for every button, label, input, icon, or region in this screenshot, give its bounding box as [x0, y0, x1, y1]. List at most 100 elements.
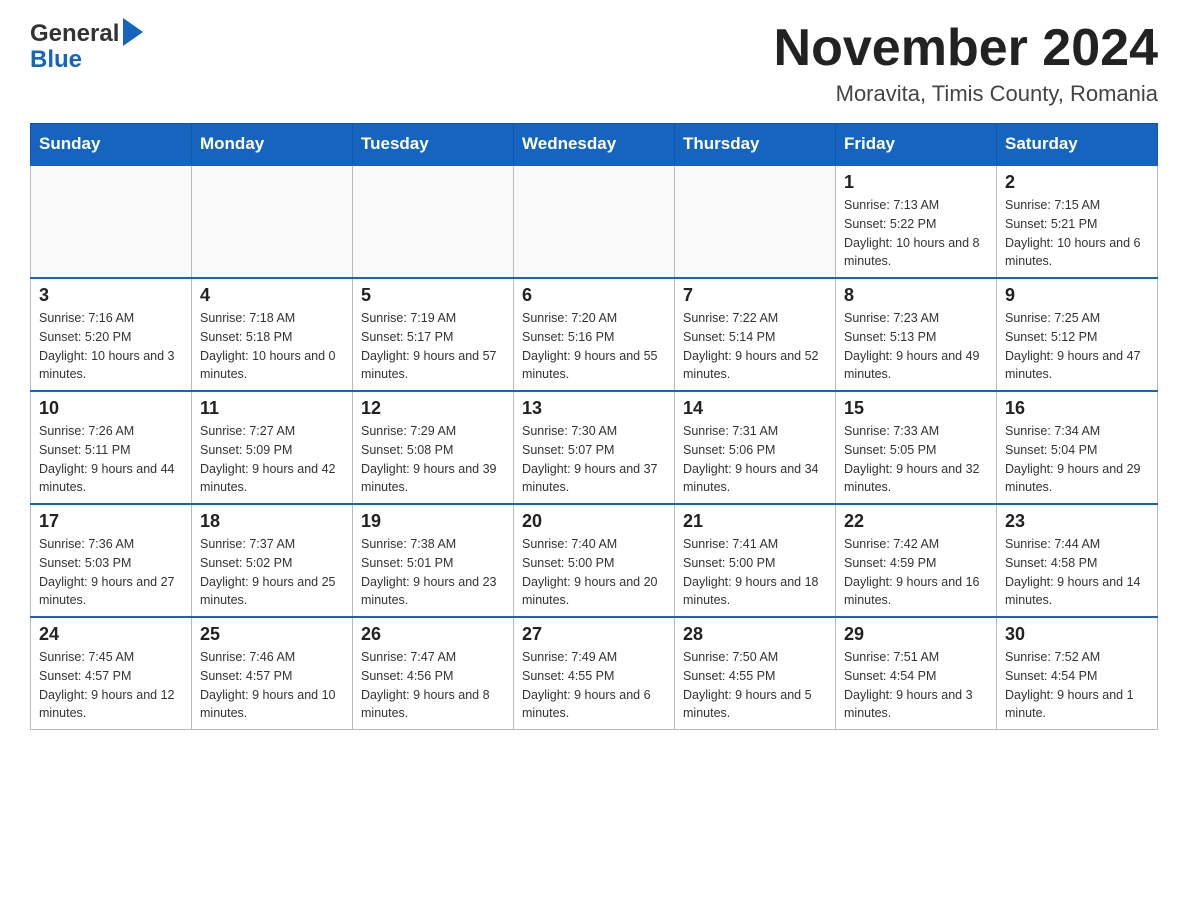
- calendar-cell: 9 Sunrise: 7:25 AM Sunset: 5:12 PM Daylig…: [997, 278, 1158, 391]
- day-info: Sunrise: 7:26 AM Sunset: 5:11 PM Dayligh…: [39, 422, 183, 497]
- day-info: Sunrise: 7:41 AM Sunset: 5:00 PM Dayligh…: [683, 535, 827, 610]
- day-number: 27: [522, 624, 666, 645]
- day-info: Sunrise: 7:25 AM Sunset: 5:12 PM Dayligh…: [1005, 309, 1149, 384]
- day-info: Sunrise: 7:47 AM Sunset: 4:56 PM Dayligh…: [361, 648, 505, 723]
- calendar-cell: 11Sunrise: 7:27 AM Sunset: 5:09 PM Dayli…: [192, 391, 353, 504]
- calendar-cell: 27 Sunrise: 7:49 AM Sunset: 4:55 PM Dayli…: [514, 617, 675, 730]
- col-header-monday: Monday: [192, 124, 353, 166]
- day-info: Sunrise: 7:31 AM Sunset: 5:06 PM Dayligh…: [683, 422, 827, 497]
- day-info: Sunrise: 7:40 AM Sunset: 5:00 PM Dayligh…: [522, 535, 666, 610]
- week-row-3: 10 Sunrise: 7:26 AM Sunset: 5:11 PM Dayli…: [31, 391, 1158, 504]
- day-number: 4: [200, 285, 344, 306]
- day-info: Sunrise: 7:51 AM Sunset: 4:54 PM Dayligh…: [844, 648, 988, 723]
- calendar-cell: 28 Sunrise: 7:50 AM Sunset: 4:55 PM Dayli…: [675, 617, 836, 730]
- calendar-cell: 1Sunrise: 7:13 AM Sunset: 5:22 PM Daylig…: [836, 165, 997, 278]
- day-number: 18: [200, 511, 344, 532]
- day-number: 21: [683, 511, 827, 532]
- day-info: Sunrise: 7:45 AM Sunset: 4:57 PM Dayligh…: [39, 648, 183, 723]
- day-number: 28: [683, 624, 827, 645]
- day-info: Sunrise: 7:49 AM Sunset: 4:55 PM Dayligh…: [522, 648, 666, 723]
- day-info: Sunrise: 7:27 AM Sunset: 5:09 PM Dayligh…: [200, 422, 344, 497]
- month-title: November 2024: [774, 20, 1158, 77]
- day-info: Sunrise: 7:44 AM Sunset: 4:58 PM Dayligh…: [1005, 535, 1149, 610]
- day-info: Sunrise: 7:16 AM Sunset: 5:20 PM Dayligh…: [39, 309, 183, 384]
- calendar-cell: 16 Sunrise: 7:34 AM Sunset: 5:04 PM Dayli…: [997, 391, 1158, 504]
- week-row-1: 1Sunrise: 7:13 AM Sunset: 5:22 PM Daylig…: [31, 165, 1158, 278]
- calendar-cell: 30Sunrise: 7:52 AM Sunset: 4:54 PM Dayli…: [997, 617, 1158, 730]
- calendar-cell: 14 Sunrise: 7:31 AM Sunset: 5:06 PM Dayli…: [675, 391, 836, 504]
- day-number: 25: [200, 624, 344, 645]
- day-info: Sunrise: 7:38 AM Sunset: 5:01 PM Dayligh…: [361, 535, 505, 610]
- calendar-cell: 13 Sunrise: 7:30 AM Sunset: 5:07 PM Dayli…: [514, 391, 675, 504]
- day-info: Sunrise: 7:23 AM Sunset: 5:13 PM Dayligh…: [844, 309, 988, 384]
- day-number: 13: [522, 398, 666, 419]
- day-info: Sunrise: 7:30 AM Sunset: 5:07 PM Dayligh…: [522, 422, 666, 497]
- day-number: 26: [361, 624, 505, 645]
- day-number: 1: [844, 172, 988, 193]
- day-number: 2: [1005, 172, 1149, 193]
- page-header: General Blue November 2024 Moravita, Tim…: [30, 20, 1158, 107]
- calendar-cell: 17 Sunrise: 7:36 AM Sunset: 5:03 PM Dayli…: [31, 504, 192, 617]
- day-number: 7: [683, 285, 827, 306]
- calendar-cell: 2Sunrise: 7:15 AM Sunset: 5:21 PM Daylig…: [997, 165, 1158, 278]
- day-info: Sunrise: 7:46 AM Sunset: 4:57 PM Dayligh…: [200, 648, 344, 723]
- day-number: 10: [39, 398, 183, 419]
- week-row-2: 3 Sunrise: 7:16 AM Sunset: 5:20 PM Daylig…: [31, 278, 1158, 391]
- logo: General Blue: [30, 20, 143, 74]
- col-header-tuesday: Tuesday: [353, 124, 514, 166]
- calendar-cell: 5 Sunrise: 7:19 AM Sunset: 5:17 PM Daylig…: [353, 278, 514, 391]
- calendar-cell: 8 Sunrise: 7:23 AM Sunset: 5:13 PM Daylig…: [836, 278, 997, 391]
- day-info: Sunrise: 7:36 AM Sunset: 5:03 PM Dayligh…: [39, 535, 183, 610]
- day-info: Sunrise: 7:20 AM Sunset: 5:16 PM Dayligh…: [522, 309, 666, 384]
- calendar-cell: [31, 165, 192, 278]
- calendar-cell: 24 Sunrise: 7:45 AM Sunset: 4:57 PM Dayli…: [31, 617, 192, 730]
- day-info: Sunrise: 7:19 AM Sunset: 5:17 PM Dayligh…: [361, 309, 505, 384]
- day-number: 14: [683, 398, 827, 419]
- calendar-cell: 21 Sunrise: 7:41 AM Sunset: 5:00 PM Dayli…: [675, 504, 836, 617]
- calendar-cell: 4 Sunrise: 7:18 AM Sunset: 5:18 PM Daylig…: [192, 278, 353, 391]
- week-row-5: 24 Sunrise: 7:45 AM Sunset: 4:57 PM Dayli…: [31, 617, 1158, 730]
- location-subtitle: Moravita, Timis County, Romania: [774, 81, 1158, 107]
- calendar-cell: [514, 165, 675, 278]
- day-number: 29: [844, 624, 988, 645]
- calendar-cell: 20 Sunrise: 7:40 AM Sunset: 5:00 PM Dayli…: [514, 504, 675, 617]
- day-info: Sunrise: 7:33 AM Sunset: 5:05 PM Dayligh…: [844, 422, 988, 497]
- week-row-4: 17 Sunrise: 7:36 AM Sunset: 5:03 PM Dayli…: [31, 504, 1158, 617]
- day-number: 6: [522, 285, 666, 306]
- calendar-cell: 12 Sunrise: 7:29 AM Sunset: 5:08 PM Dayli…: [353, 391, 514, 504]
- day-number: 3: [39, 285, 183, 306]
- day-number: 9: [1005, 285, 1149, 306]
- day-number: 8: [844, 285, 988, 306]
- day-number: 23: [1005, 511, 1149, 532]
- calendar-cell: 3 Sunrise: 7:16 AM Sunset: 5:20 PM Daylig…: [31, 278, 192, 391]
- day-number: 16: [1005, 398, 1149, 419]
- day-number: 12: [361, 398, 505, 419]
- day-number: 20: [522, 511, 666, 532]
- logo-text-general: General: [30, 20, 119, 48]
- calendar-cell: 10 Sunrise: 7:26 AM Sunset: 5:11 PM Dayli…: [31, 391, 192, 504]
- calendar-cell: 23 Sunrise: 7:44 AM Sunset: 4:58 PM Dayli…: [997, 504, 1158, 617]
- col-header-friday: Friday: [836, 124, 997, 166]
- calendar-cell: 29 Sunrise: 7:51 AM Sunset: 4:54 PM Dayli…: [836, 617, 997, 730]
- day-number: 17: [39, 511, 183, 532]
- title-section: November 2024 Moravita, Timis County, Ro…: [774, 20, 1158, 107]
- calendar-cell: 26 Sunrise: 7:47 AM Sunset: 4:56 PM Dayli…: [353, 617, 514, 730]
- col-header-saturday: Saturday: [997, 124, 1158, 166]
- calendar-cell: 18 Sunrise: 7:37 AM Sunset: 5:02 PM Dayli…: [192, 504, 353, 617]
- day-number: 24: [39, 624, 183, 645]
- day-number: 5: [361, 285, 505, 306]
- calendar-header-row: SundayMondayTuesdayWednesdayThursdayFrid…: [31, 124, 1158, 166]
- day-info: Sunrise: 7:29 AM Sunset: 5:08 PM Dayligh…: [361, 422, 505, 497]
- calendar-cell: [192, 165, 353, 278]
- day-info: Sunrise: 7:50 AM Sunset: 4:55 PM Dayligh…: [683, 648, 827, 723]
- calendar-cell: 6 Sunrise: 7:20 AM Sunset: 5:16 PM Daylig…: [514, 278, 675, 391]
- logo-text-blue: Blue: [30, 46, 82, 74]
- calendar-cell: 25 Sunrise: 7:46 AM Sunset: 4:57 PM Dayli…: [192, 617, 353, 730]
- day-info: Sunrise: 7:37 AM Sunset: 5:02 PM Dayligh…: [200, 535, 344, 610]
- day-info: Sunrise: 7:18 AM Sunset: 5:18 PM Dayligh…: [200, 309, 344, 384]
- calendar-cell: [675, 165, 836, 278]
- calendar-cell: 7Sunrise: 7:22 AM Sunset: 5:14 PM Daylig…: [675, 278, 836, 391]
- day-number: 22: [844, 511, 988, 532]
- day-info: Sunrise: 7:34 AM Sunset: 5:04 PM Dayligh…: [1005, 422, 1149, 497]
- calendar-cell: [353, 165, 514, 278]
